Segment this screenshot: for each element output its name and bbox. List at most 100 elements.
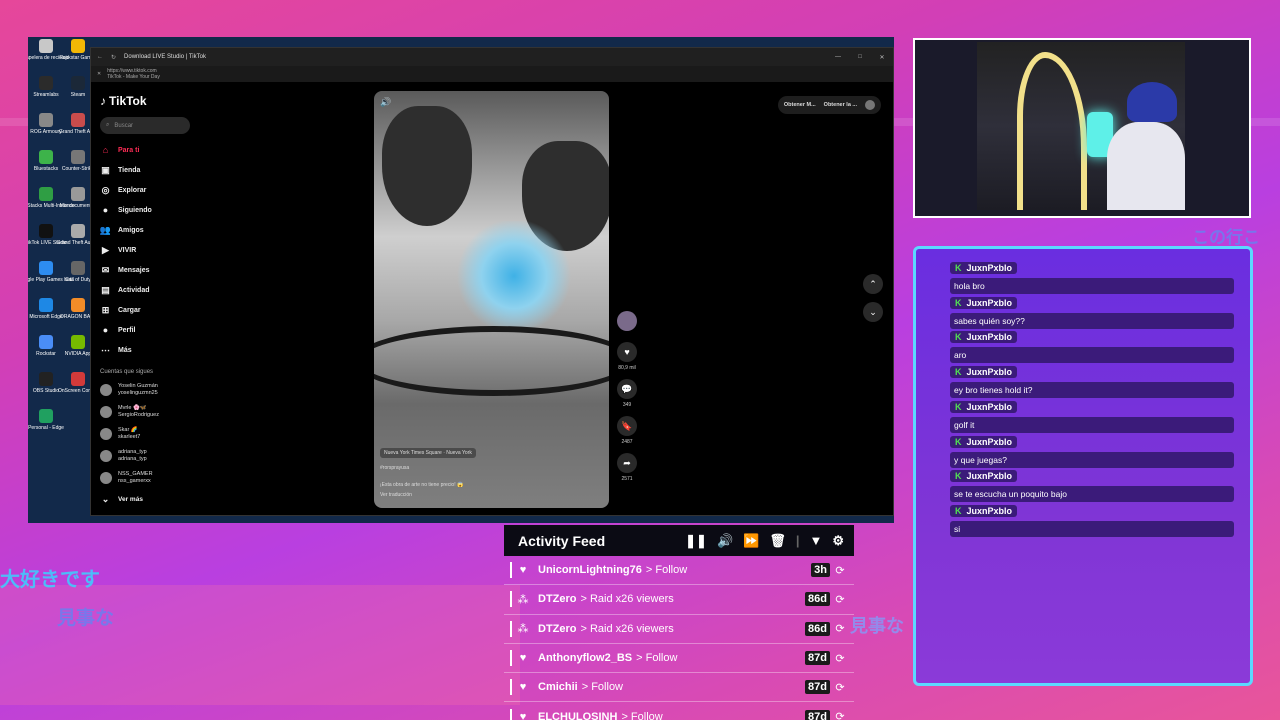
location-tag[interactable]: Nueva York Times Square · Nueva York [380, 448, 476, 458]
chat-username[interactable]: K JuxnPxblo [950, 262, 1018, 274]
nav-item[interactable]: ✉ Mensajes [100, 260, 201, 280]
share-icon[interactable]: ➦ [617, 453, 637, 473]
nav-item[interactable]: ⋯ Más [100, 340, 201, 360]
desktop-icon[interactable]: Microsoft Edge [29, 298, 63, 320]
desktop-icon[interactable]: DRAGON BALL [60, 298, 96, 320]
desktop-icon[interactable]: Google Play Games beta [28, 261, 74, 283]
replay-icon[interactable]: ⟳ [830, 710, 850, 720]
close-icon[interactable]: ✕ [97, 71, 101, 77]
search-input[interactable]: ⌕ Buscar [100, 117, 190, 134]
following-account[interactable]: Yoselin Guzmán yoselinguzmn25 [100, 379, 201, 401]
profile-avatar[interactable] [865, 100, 875, 110]
beanie [1127, 82, 1177, 122]
app-icon [39, 113, 53, 127]
volume-icon[interactable]: 🔊 [380, 97, 391, 108]
settings-icon[interactable]: ⚙ [832, 533, 844, 549]
refresh-icon[interactable]: ↻ [111, 54, 116, 61]
chevron-down-icon: ⌄ [101, 493, 110, 504]
next-video-button[interactable]: ⌄ [863, 302, 883, 322]
address-bar[interactable]: ✕ https://www.tiktok.com TikTok - Make Y… [91, 66, 893, 82]
maximize-button[interactable]: □ [849, 54, 871, 61]
nav-item[interactable]: ● Siguiendo [100, 200, 201, 220]
chat-username[interactable]: K JuxnPxblo [950, 331, 1018, 344]
creator-avatar[interactable] [617, 311, 637, 331]
get-app-button[interactable]: Obtener M... [784, 102, 816, 108]
close-button[interactable]: ✕ [871, 54, 893, 61]
replay-icon[interactable]: ⟳ [830, 593, 850, 606]
comment-icon[interactable]: 💬 [617, 379, 637, 399]
nav-item[interactable]: ▤ Actividad [100, 280, 201, 300]
feed-row[interactable]: ♥ Cmichii > Follow 87d ⟳ [504, 673, 854, 703]
desktop-icon[interactable]: Call of Duty [63, 261, 93, 283]
desktop-icon[interactable]: Grand Theft Auto V [57, 224, 99, 246]
chat-username[interactable]: K JuxnPxblo [950, 470, 1018, 483]
desktop-icon[interactable]: Papelera de reciclaje [28, 39, 69, 61]
like-icon[interactable]: ♥ [617, 342, 637, 362]
desktop-icon[interactable]: Personal - Edge [28, 409, 64, 431]
trash-icon[interactable]: 🗑 [769, 533, 786, 549]
feed-row[interactable]: ⁂ DTZero > Raid x26 viewers 86d ⟳ [504, 585, 854, 615]
account-handle: SergioRodriguez [118, 412, 159, 418]
replay-icon[interactable]: ⟳ [830, 564, 850, 577]
see-more-button[interactable]: ⌄ Ver más [100, 489, 201, 509]
row-marker [510, 620, 512, 637]
desktop-icon[interactable]: BlueStacks Multi-Instance [28, 187, 75, 209]
video-user[interactable]: #rorsprayusa [380, 465, 409, 471]
desktop-icon[interactable]: Grand Theft Auto [59, 113, 97, 135]
feed-row[interactable]: ♥ ELCHULOSINH > Follow 87d ⟳ [504, 702, 854, 720]
app-icon [71, 224, 85, 238]
nav-item[interactable]: ⌂ Para ti [100, 140, 201, 160]
hand-left [382, 106, 472, 226]
desktop-icon[interactable]: Steam [63, 76, 93, 98]
chat-username[interactable]: K JuxnPxblo [950, 296, 1018, 309]
tiktok-logo[interactable]: ♪ TikTok [100, 94, 201, 108]
desktop-icon[interactable]: Rockstar Games [59, 39, 97, 61]
skip-icon[interactable]: ⏩ [743, 533, 759, 549]
nav-item[interactable]: ▣ Tienda [100, 160, 201, 180]
desktop-icon[interactable]: OnScreen Control [58, 372, 98, 394]
desktop-icon[interactable]: NVIDIA App [63, 335, 93, 357]
nav-label: Más [118, 346, 132, 354]
nav-item[interactable]: ▶ VIVIR [100, 240, 201, 260]
jp-text: この行こ [1192, 228, 1260, 248]
get-desktop-button[interactable]: Obtener la ... [824, 102, 857, 108]
nav-item[interactable]: ⊞ Cargar [100, 300, 201, 320]
back-icon[interactable]: ← [97, 54, 103, 60]
replay-icon[interactable]: ⟳ [830, 622, 850, 635]
pause-icon[interactable]: ❚❚ [685, 533, 707, 549]
desktop-icon[interactable]: Bluestacks [31, 150, 61, 172]
feed-header: Activity Feed ❚❚ 🔊 ⏩ 🗑 | ▼ ⚙ [504, 525, 854, 556]
desktop-icon[interactable]: OBS Studio [31, 372, 61, 394]
chat-username[interactable]: K JuxnPxblo [950, 400, 1018, 413]
chat-username[interactable]: K JuxnPxblo [950, 366, 1018, 379]
prev-video-button[interactable]: ⌃ [863, 274, 883, 294]
chat-username[interactable]: K JuxnPxblo [950, 435, 1018, 448]
tab-title[interactable]: Download LIVE Studio | TikTok [124, 54, 206, 60]
desktop-icon[interactable]: Mis documentos [60, 187, 96, 209]
desktop-icon[interactable]: Streamlabs [31, 76, 61, 98]
replay-icon[interactable]: ⟳ [830, 681, 850, 694]
feed-row[interactable]: ♥ UnicornLightning76 > Follow 3h ⟳ [504, 556, 854, 586]
bookmark-icon[interactable]: 🔖 [617, 416, 637, 436]
nav-item[interactable]: 👥 Amigos [100, 220, 201, 240]
desktop-icon[interactable]: ROG Armoury [30, 113, 62, 135]
video-player[interactable]: 🔊 Nueva York Times Square · Nueva York #… [374, 91, 609, 508]
app-icon [39, 261, 53, 275]
following-account[interactable]: Skar 🌈 skarleet7 [100, 423, 201, 445]
filter-icon[interactable]: ▼ [809, 533, 822, 548]
feed-row[interactable]: ⁂ DTZero > Raid x26 viewers 86d ⟳ [504, 615, 854, 644]
following-account[interactable]: adriana_typ adriana_typ [100, 445, 201, 467]
nav-item[interactable]: ◎ Explorar [100, 180, 201, 200]
nav-icon: ▣ [101, 164, 110, 175]
chat-username[interactable]: K JuxnPxblo [950, 504, 1018, 517]
replay-icon[interactable]: ⟳ [830, 652, 850, 665]
volume-icon[interactable]: 🔊 [717, 533, 733, 549]
nav-item[interactable]: ● Perfil [100, 320, 201, 340]
desktop-icon[interactable]: Rockstar [31, 335, 61, 357]
translate-link[interactable]: Ver traducción [380, 492, 412, 498]
desktop-icon[interactable]: Counter-Strike [62, 150, 94, 172]
minimize-button[interactable]: — [827, 54, 849, 61]
following-account[interactable]: NSS_GAMER nss_gamerxx [100, 467, 201, 489]
feed-row[interactable]: ♥ Anthonyflow2_BS > Follow 87d ⟳ [504, 644, 854, 674]
following-account[interactable]: Mvrle 🌸🦋 SergioRodriguez [100, 401, 201, 423]
